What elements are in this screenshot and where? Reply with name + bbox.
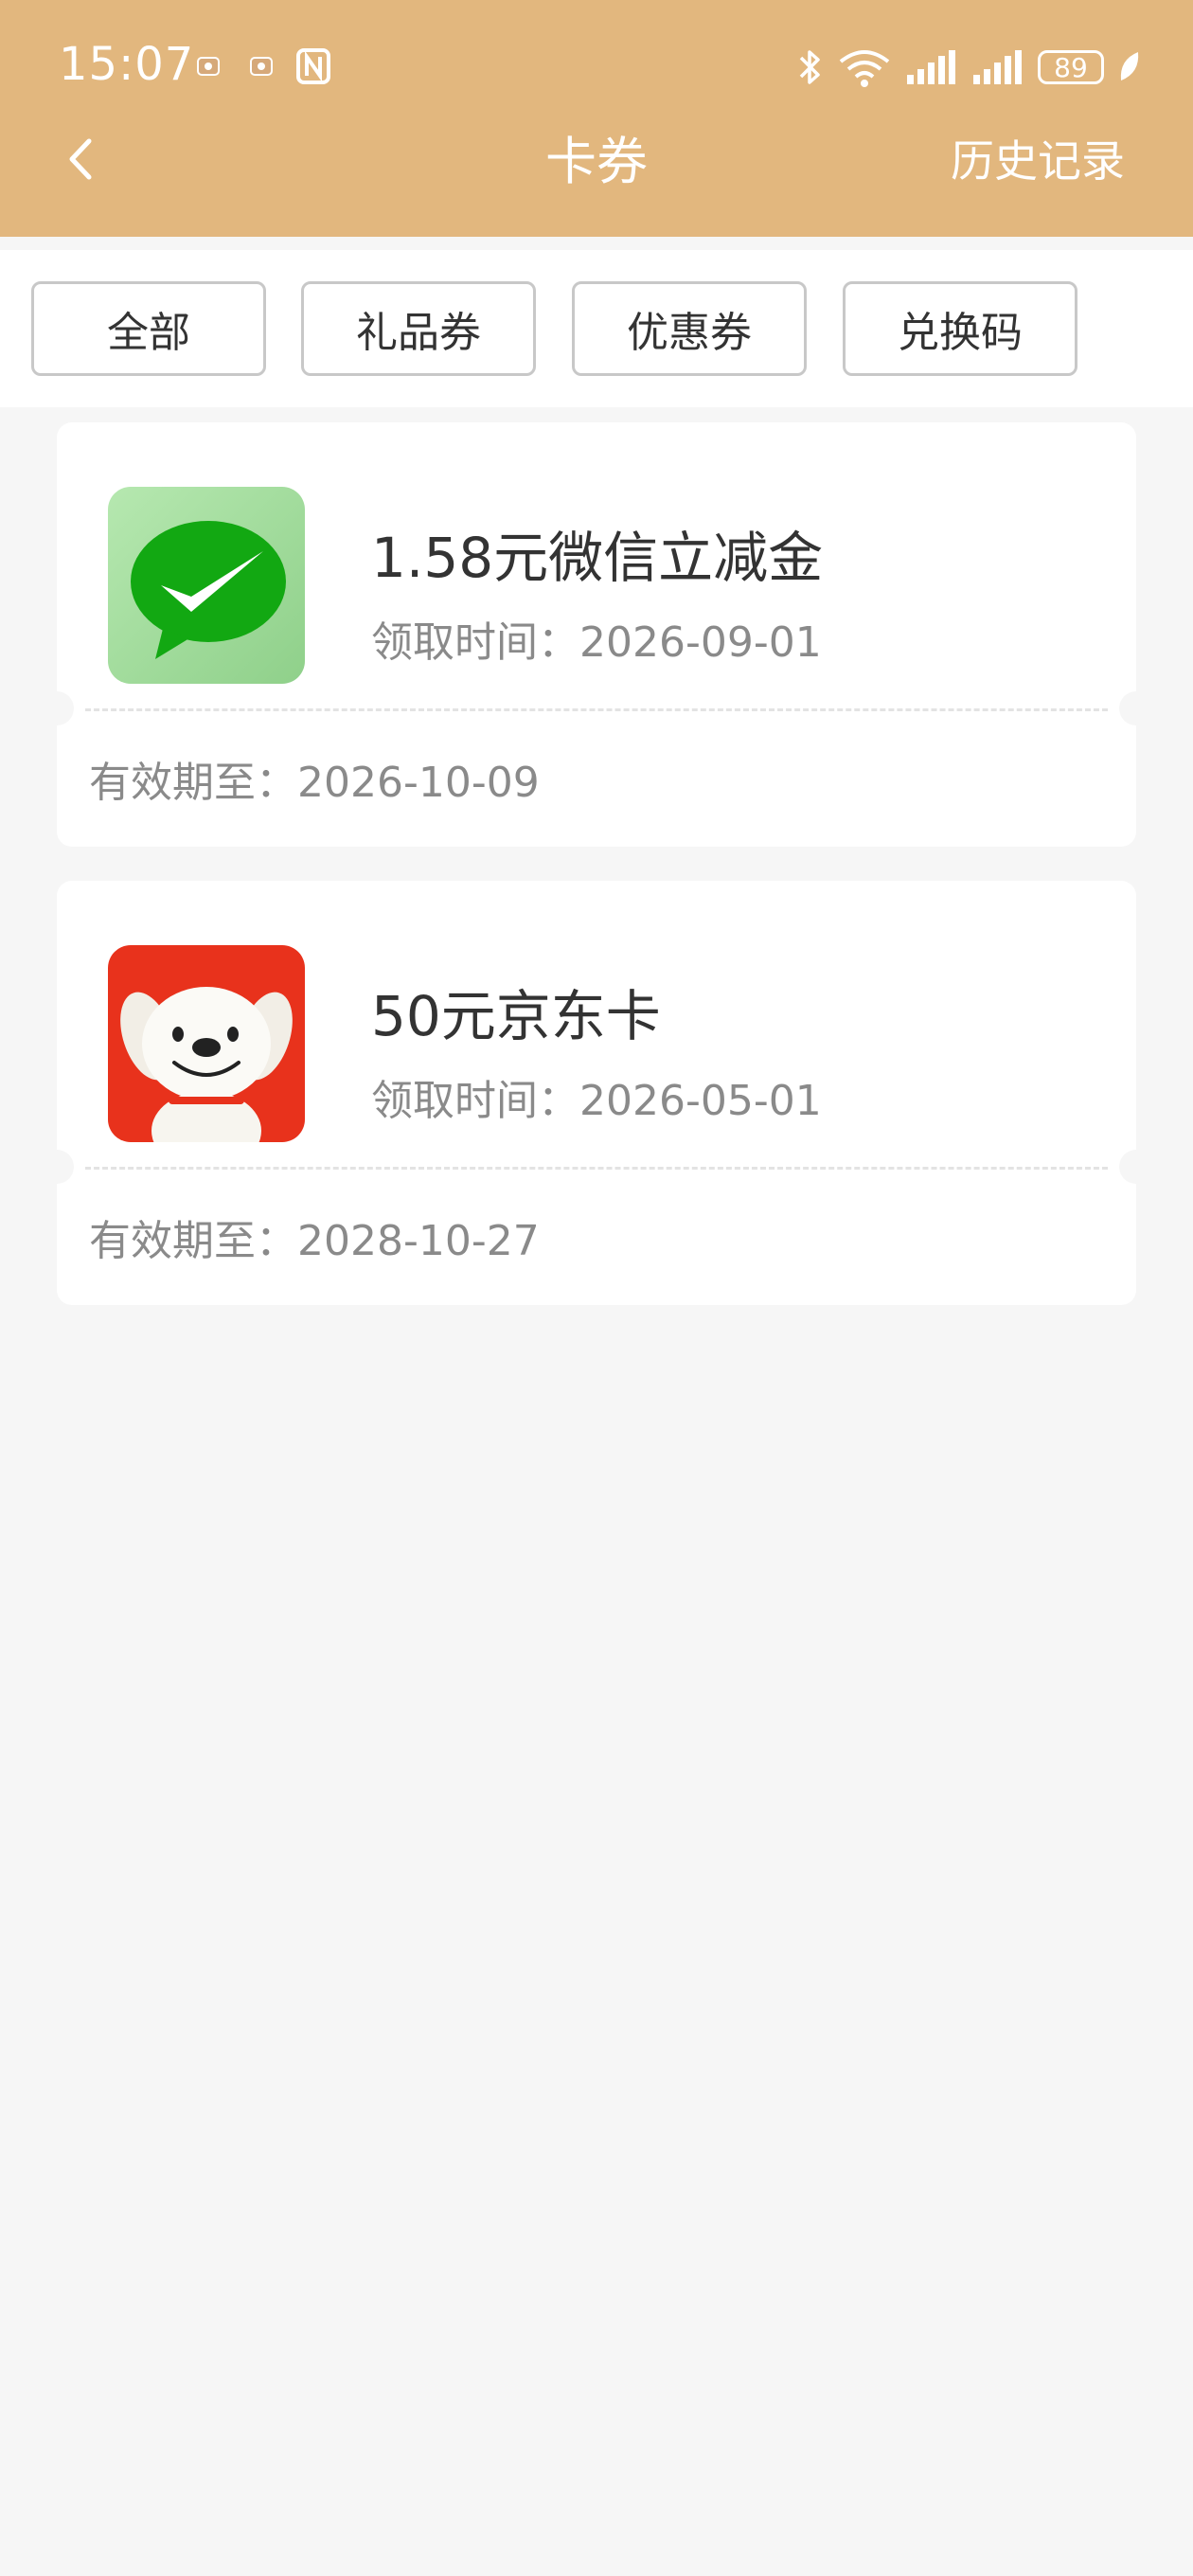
voucher-name: 50元京东卡 <box>371 984 661 1048</box>
jd-mascot-logo-icon <box>108 945 305 1142</box>
battery-level: 89 <box>1054 51 1088 83</box>
valid-until: 有效期至：2028-10-27 <box>89 1217 540 1265</box>
valid-until: 有效期至：2026-10-09 <box>89 759 540 807</box>
leaf-icon <box>1120 52 1139 80</box>
tab-gift-voucher[interactable]: 礼品券 <box>301 281 536 376</box>
filter-tabs: 全部 礼品券 优惠券 兑换码 <box>0 250 1193 407</box>
history-button[interactable]: 历史记录 <box>951 127 1125 189</box>
card-divider <box>85 708 1108 711</box>
app-header: 15:07 89 卡券 历史记录 <box>0 0 1193 237</box>
voucher-card[interactable]: 1.58元微信立减金 领取时间：2026-09-01 有效期至：2026-10-… <box>40 422 1153 847</box>
signal-icon <box>973 50 1022 84</box>
card-notch <box>40 1150 74 1184</box>
card-notch <box>1119 691 1153 725</box>
tab-all[interactable]: 全部 <box>31 281 266 376</box>
nfc-icon <box>296 48 330 84</box>
tab-coupon[interactable]: 优惠券 <box>572 281 807 376</box>
card-notch <box>40 691 74 725</box>
app-notification-icon <box>197 57 220 76</box>
wifi-icon <box>839 50 890 87</box>
signal-icon <box>907 50 955 84</box>
received-time: 领取时间：2026-05-01 <box>371 1077 822 1125</box>
status-icons: 89 <box>795 45 1140 89</box>
voucher-card[interactable]: 50元京东卡 领取时间：2026-05-01 有效期至：2028-10-27 <box>40 881 1153 1305</box>
battery-icon: 89 <box>1038 50 1104 84</box>
received-time: 领取时间：2026-09-01 <box>371 618 822 667</box>
tab-redeem-code[interactable]: 兑换码 <box>843 281 1077 376</box>
status-time: 15:07 <box>59 38 195 91</box>
voucher-name: 1.58元微信立减金 <box>371 526 824 590</box>
card-divider <box>85 1167 1108 1170</box>
wechat-logo-icon <box>108 487 305 684</box>
app-notification-icon <box>250 57 273 76</box>
card-notch <box>1119 1150 1153 1184</box>
bluetooth-icon <box>799 50 820 84</box>
